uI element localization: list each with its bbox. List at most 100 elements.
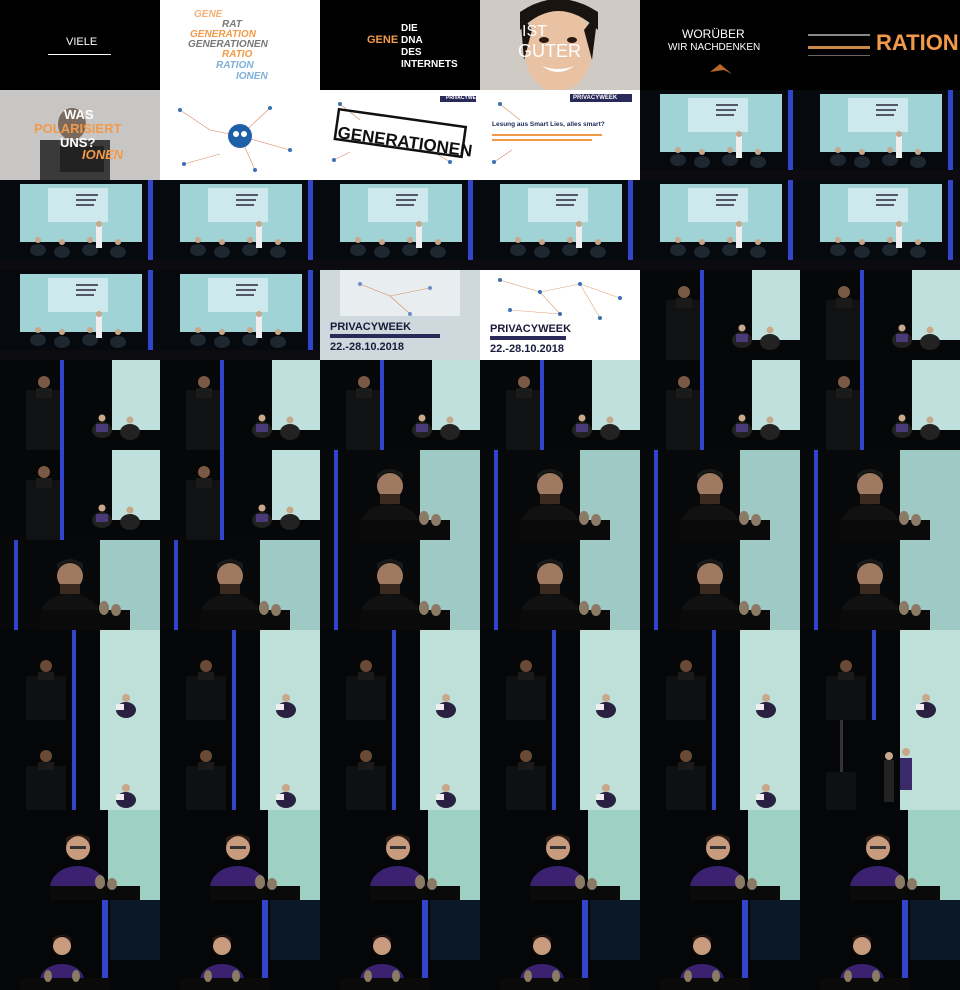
frame-lectern-reader — [320, 720, 480, 810]
stage-panel-photo — [640, 180, 800, 270]
stage-panel-photo — [160, 270, 320, 360]
frame-lectern-reader — [640, 630, 800, 720]
woman-speaker-truss-photo — [480, 900, 640, 990]
stage-panel-photo — [0, 180, 160, 270]
frame-viele: VIELE — [0, 0, 160, 90]
lectern-reader-photo — [320, 720, 480, 810]
dna-line-4: INTERNETS — [401, 59, 458, 70]
woman-speaker-photo — [800, 810, 960, 900]
lectern-reader-photo — [800, 630, 960, 720]
frame-woman-speaker-truss — [160, 900, 320, 990]
frame-speaker-close — [480, 540, 640, 630]
frame-stage-panel — [800, 180, 960, 270]
frame-stage-panel — [640, 180, 800, 270]
speaker-close-photo — [640, 450, 800, 540]
frame-speaker-wide — [480, 360, 640, 450]
fade-privacyweek-label: PRIVACYWEEK — [330, 321, 412, 333]
speaker-close-photo — [480, 540, 640, 630]
lectern-reader-photo — [320, 630, 480, 720]
frame-woman-speaker-truss — [800, 900, 960, 990]
speaker-wide-photo — [800, 360, 960, 450]
frame-stage-panel — [160, 180, 320, 270]
frame-speaker-wide — [640, 270, 800, 360]
woman-speaker-truss-photo — [320, 900, 480, 990]
lectern-handover-photo — [800, 720, 960, 810]
frame-lectern-reader — [480, 630, 640, 720]
frame-stage-panel — [480, 180, 640, 270]
woman-speaker-truss-photo — [640, 900, 800, 990]
frame-stage-panel — [160, 270, 320, 360]
stage-panel-photo — [800, 180, 960, 270]
stage-panel-photo — [160, 180, 320, 270]
lectern-reader-photo — [640, 630, 800, 720]
gene-word-5: RATIO — [222, 49, 253, 60]
frame-lectern-reader — [640, 720, 800, 810]
stage-panel-photo — [0, 270, 160, 360]
frame-speaker-wide — [0, 450, 160, 540]
speaker-wide-photo — [160, 360, 320, 450]
speaker-wide-photo — [800, 270, 960, 360]
speaker-close-photo — [800, 450, 960, 540]
speaker-close-photo — [640, 540, 800, 630]
frame-speaker-close — [320, 540, 480, 630]
frame-network-logo — [160, 90, 320, 180]
frame-stage-panel — [0, 180, 160, 270]
frame-woman-speaker — [160, 810, 320, 900]
woman-speaker-photo — [480, 810, 640, 900]
woman-speaker-photo — [160, 810, 320, 900]
speaker-close-photo — [480, 450, 640, 540]
viele-underline — [48, 54, 111, 55]
frame-dna: GENE DIE DNA DES INTERNETS — [320, 0, 480, 90]
frame-woruber: WORÜBER WIR NACHDENKEN — [640, 0, 800, 90]
frame-stage-panel — [800, 90, 960, 180]
frame-ist-guter: IST GUTER — [480, 0, 640, 90]
frame-woman-speaker — [480, 810, 640, 900]
frame-lectern-reader — [800, 630, 960, 720]
stage-panel-photo — [480, 180, 640, 270]
frame-speaker-wide — [0, 360, 160, 450]
frame-lectern-reader — [0, 720, 160, 810]
speaker-wide-photo — [320, 360, 480, 450]
frame-woman-speaker-truss — [480, 900, 640, 990]
speaker-wide-photo — [640, 270, 800, 360]
gene-word-6: RATION — [216, 60, 254, 71]
frame-stage-panel — [320, 180, 480, 270]
frame-speaker-wide — [160, 360, 320, 450]
frame-speaker-wide — [640, 360, 800, 450]
frame-woman-speaker — [0, 810, 160, 900]
frame-speaker-wide — [160, 450, 320, 540]
frame-ration: RATION — [800, 0, 960, 90]
title-dates: 22.-28.10.2018 — [490, 343, 565, 355]
frame-lesung: PRIVACYWEEK Lesung aus Smart Lies, alles… — [480, 90, 640, 180]
frame-woman-speaker — [320, 810, 480, 900]
frame-speaker-close — [480, 450, 640, 540]
woman-speaker-photo — [320, 810, 480, 900]
frame-stage-panel — [640, 90, 800, 180]
lesung-privacyweek-label: PRIVACYWEEK — [573, 95, 618, 101]
speaker-close-photo — [320, 450, 480, 540]
lectern-reader-photo — [0, 630, 160, 720]
frame-speaker-close — [800, 450, 960, 540]
frame-speaker-close — [160, 540, 320, 630]
frame-speaker-close — [320, 450, 480, 540]
frame-polarisiert: WAS POLARISIERT UNS? IONEN — [0, 90, 160, 180]
woman-speaker-photo — [640, 810, 800, 900]
lesung-network — [492, 94, 632, 164]
dna-line-2: DNA — [401, 35, 423, 46]
stage-panel-photo — [640, 90, 800, 180]
title-privacyweek-label: PRIVACYWEEK — [490, 323, 572, 335]
speaker-wide-photo — [0, 450, 160, 540]
fade-dates: 22.-28.10.2018 — [330, 341, 405, 353]
lectern-reader-photo — [160, 720, 320, 810]
speaker-close-photo — [160, 540, 320, 630]
dna-line-3: DES — [401, 47, 422, 58]
frame-gene-words: GENE RAT GENERATION GENERATIONEN RATIO R… — [160, 0, 320, 90]
frame-speaker-close — [640, 540, 800, 630]
dna-line-1: DIE — [401, 23, 418, 34]
frame-woman-speaker — [800, 810, 960, 900]
ist-text: IST — [522, 23, 547, 40]
guter-text: GUTER — [518, 41, 581, 61]
frame-privacyweek-title: PRIVACYWEEK 22.-28.10.2018 — [480, 270, 640, 360]
network-graphic — [178, 106, 292, 172]
speaker-close-photo — [0, 540, 160, 630]
